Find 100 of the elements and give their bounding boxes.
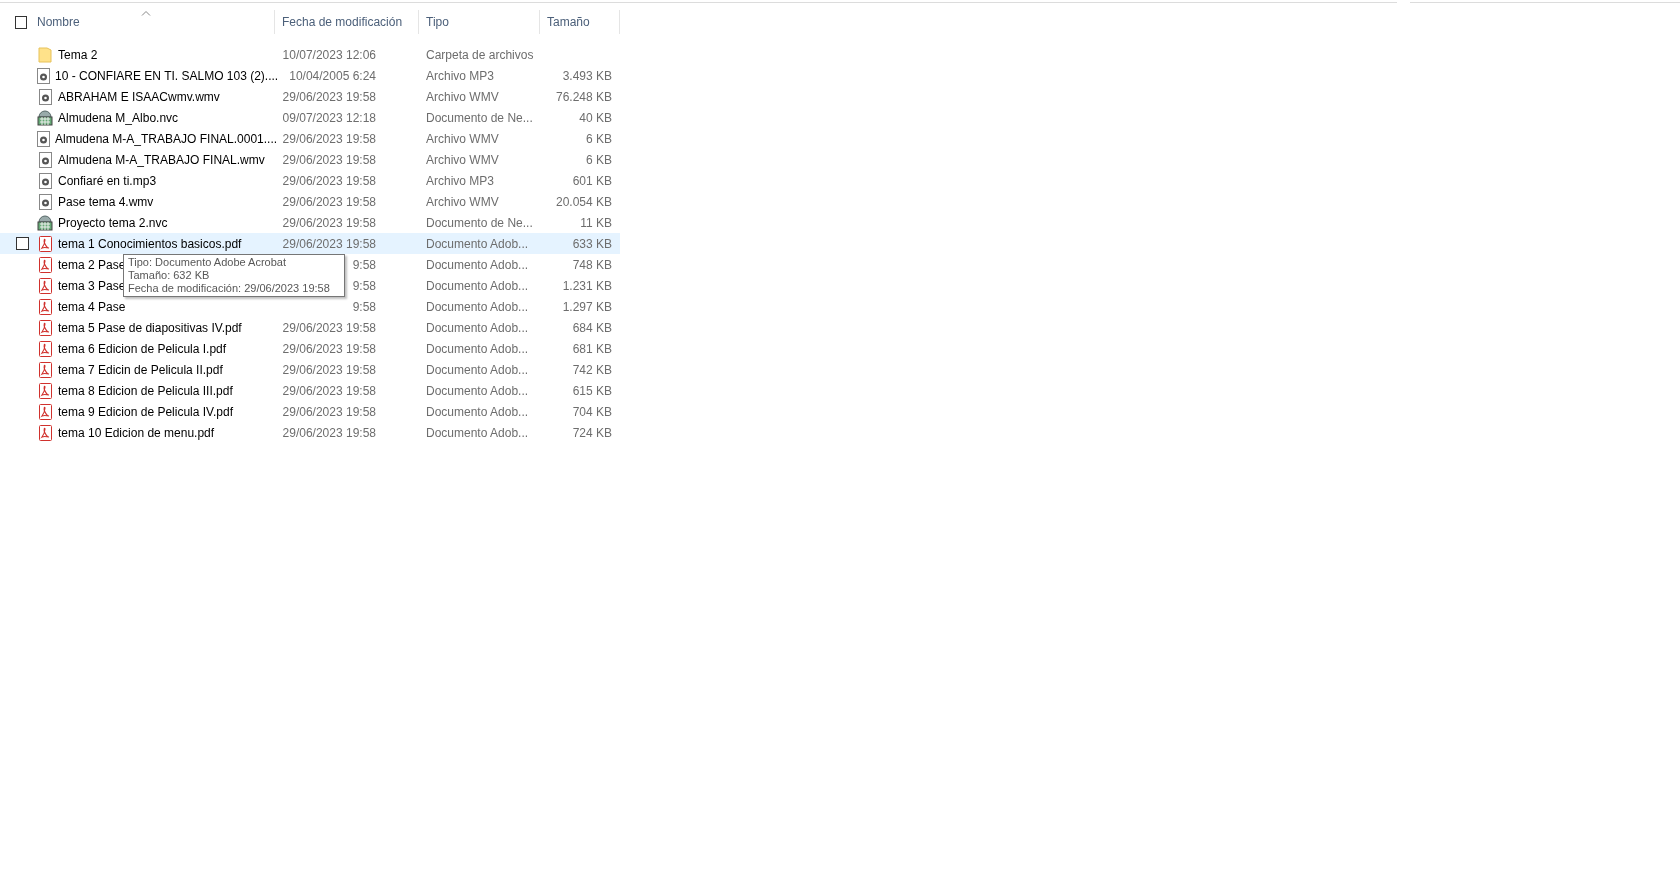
pdf-file-icon [38,424,52,441]
pdf-file-icon [38,298,52,315]
file-name[interactable]: tema 8 Edicion de Pelicula III.pdf [58,383,233,398]
file-name[interactable]: Almudena M_Albo.nvc [58,110,179,125]
file-type: Documento Adob... [425,425,530,440]
modified-date: 29/06/2023 19:58 [282,404,376,419]
file-name[interactable]: 10 - CONFIARE EN TI. SALMO 103 (2).... [55,68,279,83]
file-name[interactable]: Confiaré en ti.mp3 [58,173,157,188]
file-name[interactable]: Proyecto tema 2.nvc [58,215,168,230]
file-size: 40 KB [578,110,613,125]
modified-date: 29/06/2023 19:58 [282,89,376,104]
modified-date: 29/06/2023 19:58 [282,173,376,188]
modified-date: 29/06/2023 19:58 [282,341,376,356]
media-file-icon [37,67,50,84]
file-type: Documento Adob... [425,362,530,377]
file-name[interactable]: Almudena M-A_TRABAJO FINAL.0001.... [55,131,278,146]
media-file-icon [38,193,52,210]
folder-icon [38,46,52,63]
media-file-icon [38,172,52,189]
modified-date: 10/04/2005 6:24 [289,68,376,83]
file-type: Archivo WMV [425,152,500,167]
file-size: 684 KB [571,320,613,335]
file-type: Documento Adob... [425,299,530,314]
file-name[interactable]: tema 5 Pase de diapositivas IV.pdf [58,320,242,335]
modified-date: 9:58 [352,257,376,272]
file-type: Archivo WMV [425,89,500,104]
file-size: 6 KB [585,131,613,146]
hovered-row[interactable]: tema 1 Conocimientos basicos.pdf 29/06/2023 19:58 Documento Adob... 633 KB [0,233,620,254]
modified-date: 29/06/2023 19:58 [282,425,376,440]
file-name[interactable]: tema 6 Edicion de Pelicula I.pdf [58,341,227,356]
file-size: 11 KB [579,215,613,230]
file-name[interactable]: Almudena M-A_TRABAJO FINAL.wmv [58,152,265,167]
modified-date: 09/07/2023 12:18 [282,110,376,125]
file-size: 724 KB [571,425,613,440]
modified-date: 29/06/2023 19:58 [282,383,376,398]
file-name[interactable]: Pase tema 4.wmv [58,194,154,209]
file-size: 76.248 KB [554,89,613,104]
file-size: 20.054 KB [554,194,613,209]
file-type: Archivo MP3 [425,173,496,188]
file-size: 601 KB [571,173,613,188]
tooltip-line: Tamaño: 632 KB [128,269,210,282]
modified-date: 10/07/2023 12:06 [282,47,376,62]
column-header[interactable]: Fecha de modificación [275,10,419,34]
file-type: Archivo WMV [425,194,500,209]
modified-date: 9:58 [352,278,376,293]
file-name[interactable]: ABRAHAM E ISAACwmv.wmv [58,89,220,104]
file-size: 633 KB [571,236,613,251]
pdf-file-icon [38,277,52,294]
media-file-icon [38,151,52,168]
sort-ascending-icon [140,10,151,16]
pdf-file-icon [38,235,52,252]
file-size: 742 KB [571,362,613,377]
pdf-file-icon [38,256,52,273]
media-file-icon [37,130,50,147]
file-type: Documento de Ne... [425,215,534,230]
file-type: Documento Adob... [425,278,530,293]
column-header[interactable]: Tipo [419,10,540,34]
modified-date: 29/06/2023 19:58 [282,236,376,251]
modified-date: 9:58 [352,299,376,314]
file-size: 681 KB [571,341,613,356]
file-name[interactable]: tema 4 Pase [58,299,126,314]
file-size: 3.493 KB [561,68,613,83]
tooltip-line: Fecha de modificación: 29/06/2023 19:58 [128,282,330,295]
pdf-file-icon [38,403,52,420]
file-name[interactable]: tema 9 Edicion de Pelicula IV.pdf [58,404,233,419]
file-name[interactable]: tema 1 Conocimientos basicos.pdf [58,236,242,251]
tooltip-line: Tipo: Documento Adobe Acrobat [128,256,286,269]
modified-date: 29/06/2023 19:58 [282,152,376,167]
modified-date: 29/06/2023 19:58 [282,320,376,335]
media-file-icon [38,88,52,105]
file-type: Documento Adob... [425,257,530,272]
file-type: Documento Adob... [425,320,530,335]
column-header[interactable]: Nombre [37,10,275,34]
pdf-file-icon [38,361,52,378]
pdf-file-icon [38,319,52,336]
modified-date: 29/06/2023 19:58 [282,131,376,146]
modified-date: 29/06/2023 19:58 [282,215,376,230]
file-name[interactable]: tema 10 Edicion de menu.pdf [58,425,215,440]
file-name[interactable]: tema 7 Edicin de Pelicula II.pdf [58,362,223,377]
modified-date: 29/06/2023 19:58 [282,362,376,377]
file-size: 1.297 KB [561,299,613,314]
pdf-file-icon [38,340,52,357]
file-size: 704 KB [571,404,613,419]
select-all-checkbox[interactable] [15,15,27,29]
file-type: Archivo WMV [425,131,500,146]
file-size: 615 KB [571,383,613,398]
file-type: Carpeta de archivos [425,47,535,62]
file-type: Documento Adob... [425,404,530,419]
file-type: Documento Adob... [425,383,530,398]
file-type: Documento Adob... [425,341,530,356]
file-type: Documento de Ne... [425,110,534,125]
modified-date: 29/06/2023 19:58 [282,194,376,209]
row-checkbox[interactable] [16,237,29,250]
file-name[interactable]: Tema 2 [58,47,98,62]
project-file-icon [37,214,53,231]
project-file-icon [37,109,53,126]
file-size: 748 KB [571,257,613,272]
file-type: Documento Adob... [425,236,530,251]
pdf-file-icon [38,382,52,399]
column-header[interactable]: Tamaño [540,10,620,34]
